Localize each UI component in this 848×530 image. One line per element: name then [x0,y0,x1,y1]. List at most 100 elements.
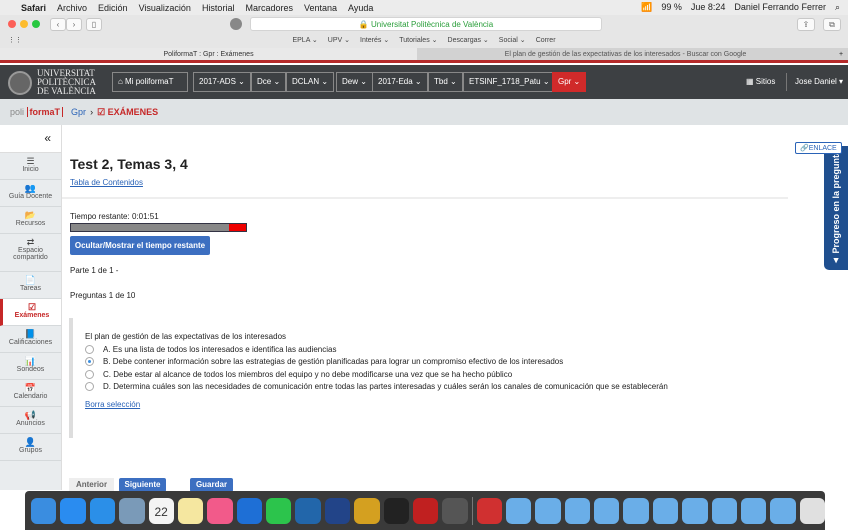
dock-app-icon[interactable] [623,497,649,524]
dock-app-icon[interactable] [266,497,292,524]
dock-app-icon[interactable] [383,497,409,524]
fav-tutoriales[interactable]: Tutoriales ⌄ [399,34,437,48]
answer-option[interactable]: C. Debe estar al alcance de todos los mi… [85,368,785,381]
tabs-overview-button[interactable]: ⧉ [823,18,841,31]
next-button[interactable]: Siguiente [119,478,166,492]
answer-option[interactable]: B. Debe contener información sobre las e… [85,356,785,369]
close-window-button[interactable] [8,20,16,28]
dock-app-icon[interactable] [60,497,86,524]
dock-app-icon[interactable] [354,497,380,524]
dock-app-icon[interactable] [207,497,233,524]
menu-app[interactable]: Safari [21,3,46,13]
user-menu-button[interactable]: Jose Daniel ▾ [795,77,843,86]
dock-app-icon[interactable] [535,497,561,524]
site-2017-ads[interactable]: 2017-ADS ⌄ [193,72,251,92]
sidebar-item-tareas[interactable]: 📄 Tareas [0,272,61,299]
site-etsinf[interactable]: ETSINF_1718_Patu ⌄ [463,72,556,92]
battery-status[interactable]: 99 % [661,2,682,13]
clock[interactable]: Jue 8:24 [691,2,726,13]
extension-icon[interactable] [230,18,242,30]
menu-edicion[interactable]: Edición [98,3,128,13]
user-menu[interactable]: Daniel Ferrando Ferrer [734,2,826,13]
site-gpr[interactable]: Gpr ⌄ [552,72,587,92]
breadcrumb-site[interactable]: Gpr [71,107,86,117]
dock-app-icon[interactable] [442,497,468,524]
grid-icon[interactable]: ⋮⋮ [8,34,22,48]
sidebar-item-calendario[interactable]: 📅 Calendario [0,380,61,407]
dock-app-icon[interactable] [177,497,204,524]
answer-option[interactable]: D. Determina cuáles son las necesidades … [85,381,785,394]
site-tbd[interactable]: Tbd ⌄ [428,72,463,92]
dock-app-icon[interactable] [711,497,737,524]
menu-ventana[interactable]: Ventana [304,3,337,13]
dock-app-icon[interactable] [119,497,145,524]
radio-button[interactable] [85,369,94,379]
upv-logo[interactable]: UNIVERSITAT POLITÈCNICA DE VALÈNCIA [8,69,96,96]
dock-app-icon[interactable] [412,497,439,524]
minimize-window-button[interactable] [20,20,28,28]
table-of-contents-link[interactable]: Tabla de Contenidos [70,178,143,187]
dock-app-icon[interactable] [324,497,351,524]
radio-button[interactable] [85,382,94,392]
calendar-app-icon[interactable]: 22 [148,497,174,524]
collapse-sidebar-button[interactable]: « [0,125,61,153]
tab-poliformat[interactable]: PoliformaT : Gpr : Exámenes [0,48,417,60]
link-button[interactable]: 🔗ENLACE [795,142,842,154]
forward-button[interactable]: › [66,18,82,31]
dock-app-icon[interactable] [770,497,796,524]
sidebar-toggle-icon[interactable]: ▯ [86,18,102,31]
dock-app-icon[interactable] [740,497,767,524]
menu-archivo[interactable]: Archivo [57,3,87,13]
radio-button[interactable] [85,357,94,367]
dock-app-icon[interactable] [652,497,679,524]
site-dce[interactable]: Dce ⌄ [251,72,287,92]
question-progress-tab[interactable]: ▲ Progreso en la pregunta [824,146,848,270]
sidebar-item-anuncios[interactable]: 📢 Anuncios [0,407,61,434]
dock-app-icon[interactable] [799,497,826,524]
dock-app-icon[interactable] [295,497,321,524]
menu-ayuda[interactable]: Ayuda [348,3,373,13]
fav-epla[interactable]: EPLA ⌄ [292,34,317,48]
sidebar-item-exámenes[interactable]: ☑ Exámenes [0,299,61,326]
site-mi-poliformat[interactable]: ⌂ Mi poliformaT [112,72,188,92]
dock-app-icon[interactable] [89,497,116,524]
new-tab-button[interactable]: + [834,48,848,60]
tab-google-search[interactable]: El plan de gestión de las expectativas d… [417,48,834,60]
menu-historial[interactable]: Historial [202,3,235,13]
search-icon[interactable]: ⌕ [835,2,840,13]
save-button[interactable]: Guardar [190,478,233,492]
dock-app-icon[interactable] [31,497,57,524]
sidebar-item-recursos[interactable]: 📂 Recursos [0,207,61,234]
sidebar-item-sondeos[interactable]: 📊 Sondeos [0,353,61,380]
answer-option[interactable]: A. Es una lista de todos los interesados… [85,343,785,356]
dock-app-icon[interactable] [236,497,262,524]
dock-app-icon[interactable] [682,497,708,524]
menu-marcadores[interactable]: Marcadores [245,3,293,13]
fav-descargas[interactable]: Descargas ⌄ [448,34,489,48]
dock-app-icon[interactable] [564,497,591,524]
zoom-window-button[interactable] [32,20,40,28]
radio-button[interactable] [85,344,94,354]
sidebar-item-grupos[interactable]: 👤 Grupos [0,434,61,461]
fav-interes[interactable]: Interés ⌄ [360,34,389,48]
site-2017-eda[interactable]: 2017-Eda ⌄ [372,72,428,92]
clear-selection-link[interactable]: Borra selección [85,400,140,409]
fav-correr[interactable]: Correr [536,34,556,48]
back-button[interactable]: ‹ [50,18,66,31]
sidebar-item-espacio-compartido[interactable]: ⇄ Espacio compartido [0,234,61,272]
dock-app-icon[interactable] [594,497,620,524]
share-button[interactable]: ⇪ [797,18,815,31]
site-dclan[interactable]: DCLAN ⌄ [286,72,335,92]
toggle-time-button[interactable]: Ocultar/Mostrar el tiempo restante [70,236,210,255]
dock-app-icon[interactable] [476,497,502,524]
previous-button[interactable]: Anterior [69,478,114,492]
sidebar-item-calificaciones[interactable]: 📘 Calificaciones [0,326,61,353]
address-bar[interactable]: 🔒 Universitat Politècnica de València [250,17,602,31]
poliformat-logo[interactable]: poli formaT [10,107,64,117]
wifi-icon[interactable]: 📶 [641,2,652,13]
sidebar-item-guía-docente[interactable]: 👥 Guía Docente [0,180,61,207]
fav-upv[interactable]: UPV ⌄ [328,34,350,48]
sites-button[interactable]: ▦ Sitios [746,77,775,86]
sidebar-item-inicio[interactable]: ☰ Inicio [0,153,61,180]
menu-visualizacion[interactable]: Visualización [139,3,191,13]
